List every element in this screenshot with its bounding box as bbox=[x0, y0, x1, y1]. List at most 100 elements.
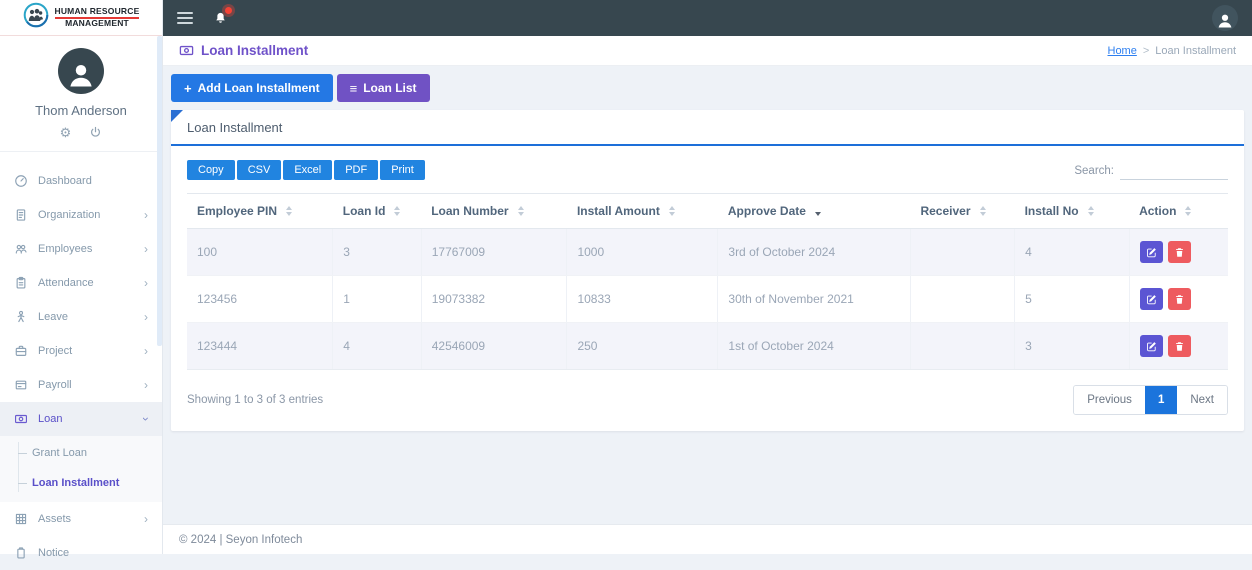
settings-gear-icon[interactable]: ⚙ bbox=[60, 126, 72, 139]
cell-loan-id: 4 bbox=[333, 323, 421, 370]
cell-install-no: 3 bbox=[1015, 323, 1130, 370]
entries-info: Showing 1 to 3 of 3 entries bbox=[187, 394, 323, 406]
sort-icon bbox=[518, 206, 524, 216]
money-icon bbox=[179, 43, 194, 58]
sidebar-item-label: Loan bbox=[38, 413, 62, 425]
chevron-down-icon: › bbox=[140, 417, 152, 421]
notice-icon bbox=[14, 546, 28, 560]
print-button[interactable]: Print bbox=[380, 160, 425, 180]
cell-loan-number: 42546009 bbox=[421, 323, 567, 370]
breadcrumb-home-link[interactable]: Home bbox=[1108, 45, 1137, 57]
sidebar-item-dashboard[interactable]: Dashboard bbox=[0, 164, 162, 198]
sort-desc-icon bbox=[815, 206, 821, 216]
cell-install-amount: 10833 bbox=[567, 276, 718, 323]
sidebar-item-loan[interactable]: Loan › bbox=[0, 402, 162, 436]
sidebar-item-label: Attendance bbox=[38, 277, 94, 289]
add-button-label: Add Loan Installment bbox=[198, 81, 320, 95]
delete-button[interactable] bbox=[1168, 335, 1191, 357]
cell-receiver bbox=[910, 323, 1014, 370]
chevron-right-icon: › bbox=[144, 311, 148, 323]
col-action[interactable]: Action bbox=[1129, 194, 1228, 229]
search-input[interactable] bbox=[1120, 162, 1228, 180]
delete-button[interactable] bbox=[1168, 288, 1191, 310]
sidebar-item-leave[interactable]: Leave › bbox=[0, 300, 162, 334]
dashboard-icon bbox=[14, 174, 28, 188]
table-header-row: Employee PIN Loan Id Loan Number Install… bbox=[187, 194, 1228, 229]
col-install-no[interactable]: Install No bbox=[1015, 194, 1130, 229]
previous-page-button[interactable]: Previous bbox=[1074, 386, 1145, 414]
sidebar-item-assets[interactable]: Assets › bbox=[0, 502, 162, 536]
cell-install-no: 5 bbox=[1015, 276, 1130, 323]
sidebar-item-notice[interactable]: Notice bbox=[0, 536, 162, 570]
next-page-button[interactable]: Next bbox=[1177, 386, 1227, 414]
search-area: Search: bbox=[1074, 162, 1228, 180]
copyright-text: © 2024 | Seyon Infotech bbox=[179, 534, 302, 546]
notifications-bell-icon[interactable] bbox=[213, 11, 228, 26]
attendance-icon bbox=[14, 276, 28, 290]
loan-installment-table: Employee PIN Loan Id Loan Number Install… bbox=[187, 193, 1228, 370]
col-loan-id[interactable]: Loan Id bbox=[333, 194, 421, 229]
loan-list-button[interactable]: ≡ Loan List bbox=[337, 74, 430, 102]
cell-loan-id: 1 bbox=[333, 276, 421, 323]
brand-name: HUMAN RESOURCE MANAGEMENT bbox=[55, 6, 140, 28]
chevron-right-icon: › bbox=[144, 243, 148, 255]
sidebar: HUMAN RESOURCE MANAGEMENT Thom Anderson … bbox=[0, 0, 163, 554]
sort-icon bbox=[1185, 206, 1191, 216]
loan-money-icon bbox=[14, 412, 28, 426]
edit-button[interactable] bbox=[1140, 288, 1163, 310]
col-install-amount[interactable]: Install Amount bbox=[567, 194, 718, 229]
cell-install-no: 4 bbox=[1015, 229, 1130, 276]
chevron-right-icon: › bbox=[144, 209, 148, 221]
chevron-right-icon: › bbox=[144, 345, 148, 357]
page-title: Loan Installment bbox=[179, 43, 308, 58]
col-approve-date[interactable]: Approve Date bbox=[718, 194, 911, 229]
breadcrumb-separator: > bbox=[1143, 45, 1149, 57]
sidebar-item-label: Dashboard bbox=[38, 175, 92, 187]
table-toolbar: Copy CSV Excel PDF Print Search: bbox=[187, 160, 1228, 180]
submenu-item-grant-loan[interactable]: Grant Loan bbox=[0, 438, 162, 468]
cell-approve-date: 30th of November 2021 bbox=[718, 276, 911, 323]
search-label: Search: bbox=[1074, 165, 1114, 177]
leave-icon bbox=[14, 310, 28, 324]
cell-employee-pin: 123456 bbox=[187, 276, 333, 323]
menu-toggle-icon[interactable] bbox=[177, 12, 193, 24]
user-actions: ⚙ bbox=[0, 126, 162, 139]
col-receiver[interactable]: Receiver bbox=[910, 194, 1014, 229]
loan-submenu: Grant Loan Loan Installment bbox=[0, 436, 162, 502]
sidebar-item-employees[interactable]: Employees › bbox=[0, 232, 162, 266]
edit-button[interactable] bbox=[1140, 241, 1163, 263]
sidebar-item-attendance[interactable]: Attendance › bbox=[0, 266, 162, 300]
sidebar-item-organization[interactable]: Organization › bbox=[0, 198, 162, 232]
delete-button[interactable] bbox=[1168, 241, 1191, 263]
cell-approve-date: 3rd of October 2024 bbox=[718, 229, 911, 276]
sort-icon bbox=[286, 206, 292, 216]
sidebar-menu: Dashboard Organization › Employees › Att… bbox=[0, 152, 162, 570]
csv-button[interactable]: CSV bbox=[237, 160, 282, 180]
excel-button[interactable]: Excel bbox=[283, 160, 332, 180]
copy-button[interactable]: Copy bbox=[187, 160, 235, 180]
col-employee-pin[interactable]: Employee PIN bbox=[187, 194, 333, 229]
organization-icon bbox=[14, 208, 28, 222]
current-page-button[interactable]: 1 bbox=[1145, 386, 1177, 414]
pdf-button[interactable]: PDF bbox=[334, 160, 378, 180]
app-logo[interactable]: HUMAN RESOURCE MANAGEMENT bbox=[0, 0, 162, 36]
sidebar-item-project[interactable]: Project › bbox=[0, 334, 162, 368]
topbar bbox=[163, 0, 1252, 36]
pagination: Previous 1 Next bbox=[1073, 385, 1228, 415]
col-loan-number[interactable]: Loan Number bbox=[421, 194, 567, 229]
logout-power-icon[interactable] bbox=[89, 126, 102, 139]
add-loan-installment-button[interactable]: + Add Loan Installment bbox=[171, 74, 333, 102]
cell-install-amount: 250 bbox=[567, 323, 718, 370]
sidebar-item-payroll[interactable]: Payroll › bbox=[0, 368, 162, 402]
sidebar-scrollbar[interactable] bbox=[157, 36, 162, 346]
edit-button[interactable] bbox=[1140, 335, 1163, 357]
card-corner-ribbon bbox=[171, 110, 183, 122]
submenu-item-loan-installment[interactable]: Loan Installment bbox=[0, 468, 162, 498]
page-actions: + Add Loan Installment ≡ Loan List bbox=[171, 74, 1244, 102]
cell-loan-number: 17767009 bbox=[421, 229, 567, 276]
sidebar-item-label: Assets bbox=[38, 513, 71, 525]
main-content: + Add Loan Installment ≡ Loan List Loan … bbox=[163, 66, 1252, 524]
user-name: Thom Anderson bbox=[0, 103, 162, 118]
user-avatar[interactable] bbox=[58, 48, 104, 94]
topbar-user-avatar[interactable] bbox=[1212, 5, 1238, 31]
